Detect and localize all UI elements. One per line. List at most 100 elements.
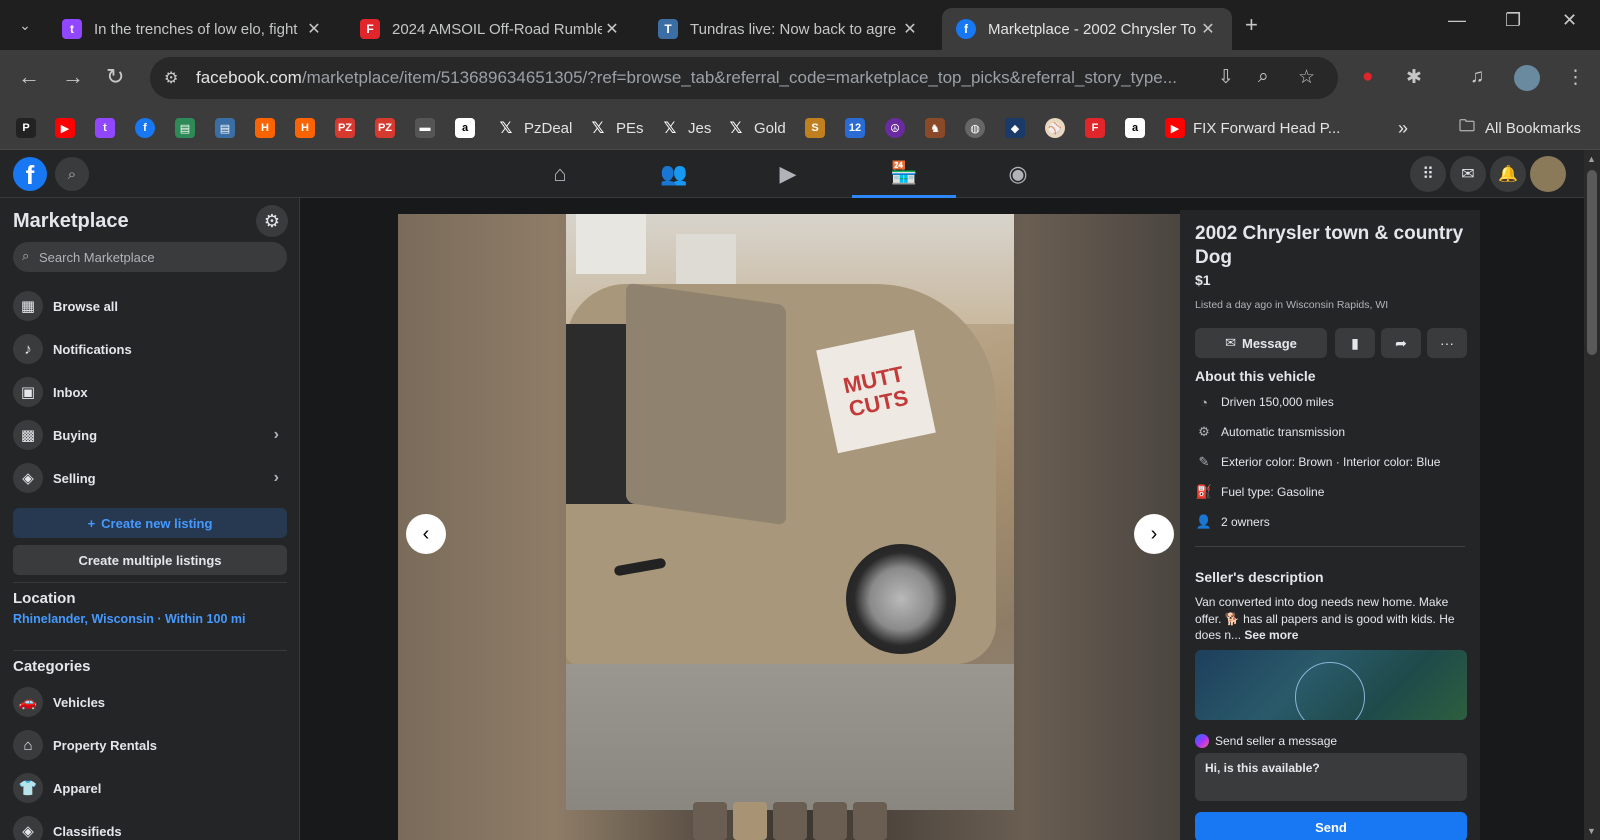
address-bar[interactable]: ⚙ facebook.com/marketplace/item/51368963… [150,57,1338,99]
bookmark-icon-only[interactable]: PZ [335,116,363,140]
friends-icon[interactable]: 👥 [622,150,726,198]
home-icon[interactable]: ⌂ [508,150,612,198]
bookmark-icon-only[interactable]: ⚾ [1045,116,1073,140]
close-icon[interactable]: ✕ [1198,19,1218,39]
install-icon[interactable]: ⇩ [1218,66,1234,89]
media-control-icon[interactable]: ♫ [1470,66,1484,88]
previous-photo-button[interactable]: ‹ [406,514,446,554]
notifications-bell-icon[interactable]: 🔔 [1490,156,1526,192]
sidebar-item-buying[interactable]: ▩ Buying › [13,415,287,455]
location-map[interactable] [1195,650,1467,720]
star-icon[interactable]: ☆ [1298,66,1315,89]
bookmark-x-jes[interactable]: 𝕏 Jes [660,116,712,140]
next-photo-button[interactable]: › [1134,514,1174,554]
video-icon[interactable]: ▶ [736,150,840,198]
facebook-logo-icon[interactable]: f [13,157,47,191]
bookmark-icon-only[interactable]: a [455,116,483,140]
bookmark-icon-only[interactable]: 12 [845,116,873,140]
bookmark-icon-only[interactable]: ♞ [925,116,953,140]
sidebar-item-selling[interactable]: ◈ Selling › [13,458,287,498]
listing-photo[interactable]: MUTT CUTS [566,214,1014,810]
bookmark-icon-only[interactable]: P [16,116,44,140]
bookmark-icon-only[interactable]: S [805,116,833,140]
browser-tab-active[interactable]: f Marketplace - 2002 Chrysler To ✕ [942,8,1232,50]
bookmark-x-gold[interactable]: 𝕏 Gold [726,116,786,140]
extension-icon[interactable]: ● [1362,66,1373,88]
seller-message-input[interactable] [1195,753,1467,801]
sidebar-item-browse-all[interactable]: ▦ Browse all [13,286,287,326]
photo-thumbnail[interactable] [813,802,847,840]
share-button[interactable]: ➦ [1381,328,1421,358]
extensions-puzzle-icon[interactable]: ✱ [1406,66,1422,89]
restore-icon[interactable]: ❐ [1505,10,1521,31]
browser-tab[interactable]: F 2024 AMSOIL Off-Road Rumble ✕ [346,8,636,50]
menu-dots-icon[interactable]: ⋮ [1566,66,1585,89]
site-info-icon[interactable]: ⚙ [164,68,178,88]
search-marketplace-input[interactable] [13,242,287,272]
bookmark-icon-only[interactable]: ☮ [885,116,913,140]
bookmark-fix-forward-head[interactable]: ▶ FIX Forward Head P... [1165,116,1340,140]
bookmark-icon-only[interactable]: H [295,116,323,140]
bookmark-icon-only[interactable]: ▶ [55,116,83,140]
photo-thumbnail[interactable] [853,802,887,840]
sidebar-item-notifications[interactable]: ♪ Notifications [13,329,287,369]
zoom-icon[interactable]: ⌕ [1258,66,1269,88]
bookmark-x-pes[interactable]: 𝕏 PEs [588,116,644,140]
bookmark-icon-only[interactable]: ▤ [215,116,243,140]
back-icon[interactable]: ← [18,64,40,90]
sidebar-item-inbox[interactable]: ▣ Inbox [13,372,287,412]
more-options-button[interactable]: ··· [1427,328,1467,358]
close-icon[interactable]: ✕ [602,19,622,39]
marketplace-icon[interactable]: 🏪 [852,150,956,198]
bookmark-icon-only[interactable]: f [135,116,163,140]
profile-avatar-icon[interactable] [1514,65,1540,91]
bookmark-icon-only[interactable]: H [255,116,283,140]
menu-grid-icon[interactable]: ⠿ [1410,156,1446,192]
minimize-icon[interactable]: — [1448,10,1466,31]
close-icon[interactable]: ✕ [900,19,920,39]
messenger-icon[interactable]: ✉ [1450,156,1486,192]
profile-avatar-icon[interactable] [1530,156,1566,192]
category-vehicles[interactable]: 🚗 Vehicles [13,682,287,722]
new-tab-icon[interactable]: + [1245,12,1258,38]
location-link[interactable]: Rhinelander, Wisconsin · Within 100 mi [13,612,245,626]
groups-icon[interactable]: ◉ [966,150,1070,198]
message-button[interactable]: ✉ Message [1195,328,1327,358]
bookmark-icon-only[interactable]: ▬ [415,116,443,140]
scrollbar-thumb[interactable] [1587,170,1597,355]
create-multiple-listings-button[interactable]: Create multiple listings [13,545,287,575]
scroll-down-icon[interactable]: ▼ [1587,826,1596,836]
tab-search-icon[interactable]: ⌄ [12,12,38,38]
photo-thumbnail-selected[interactable] [733,802,767,840]
browser-tab[interactable]: T Tundras live: Now back to agre ✕ [644,8,934,50]
search-icon[interactable]: ⌕ [55,157,89,191]
bookmark-icon-only[interactable]: ◍ [965,116,993,140]
browser-tab[interactable]: t In the trenches of low elo, fight ✕ [48,8,338,50]
reload-icon[interactable]: ↻ [106,64,124,90]
category-apparel[interactable]: 👕 Apparel [13,768,287,808]
scroll-up-icon[interactable]: ▲ [1587,154,1596,164]
page-scrollbar[interactable]: ▲ ▼ [1584,150,1600,840]
bookmark-icon-only[interactable]: PZ [375,116,403,140]
close-window-icon[interactable]: ✕ [1562,10,1577,31]
photo-thumbnail[interactable] [693,802,727,840]
send-button[interactable]: Send [1195,812,1467,840]
bookmark-icon-only[interactable]: F [1085,116,1113,140]
category-property-rentals[interactable]: ⌂ Property Rentals [13,725,287,765]
settings-gear-icon[interactable]: ⚙ [256,205,288,237]
photo-thumbnail[interactable] [773,802,807,840]
bookmark-icon-only[interactable]: ◆ [1005,116,1033,140]
bookmark-x-pzdeal[interactable]: 𝕏 PzDeal [496,116,573,140]
bookmark-icon-only[interactable]: t [95,116,123,140]
speedometer-icon: ◔ [1200,394,1208,410]
bookmark-icon-only[interactable]: a [1125,116,1153,140]
all-bookmarks[interactable]: 🗀 All Bookmarks [1457,116,1581,140]
forward-icon[interactable]: → [62,64,84,90]
see-more-link[interactable]: See more [1244,628,1298,642]
more-bookmarks-icon[interactable]: » [1398,116,1408,140]
category-classifieds[interactable]: ◈ Classifieds [13,811,287,840]
close-icon[interactable]: ✕ [304,19,324,39]
bookmark-icon-only[interactable]: ▤ [175,116,203,140]
save-button[interactable]: ▮ [1335,328,1375,358]
create-new-listing-button[interactable]: + Create new listing [13,508,287,538]
